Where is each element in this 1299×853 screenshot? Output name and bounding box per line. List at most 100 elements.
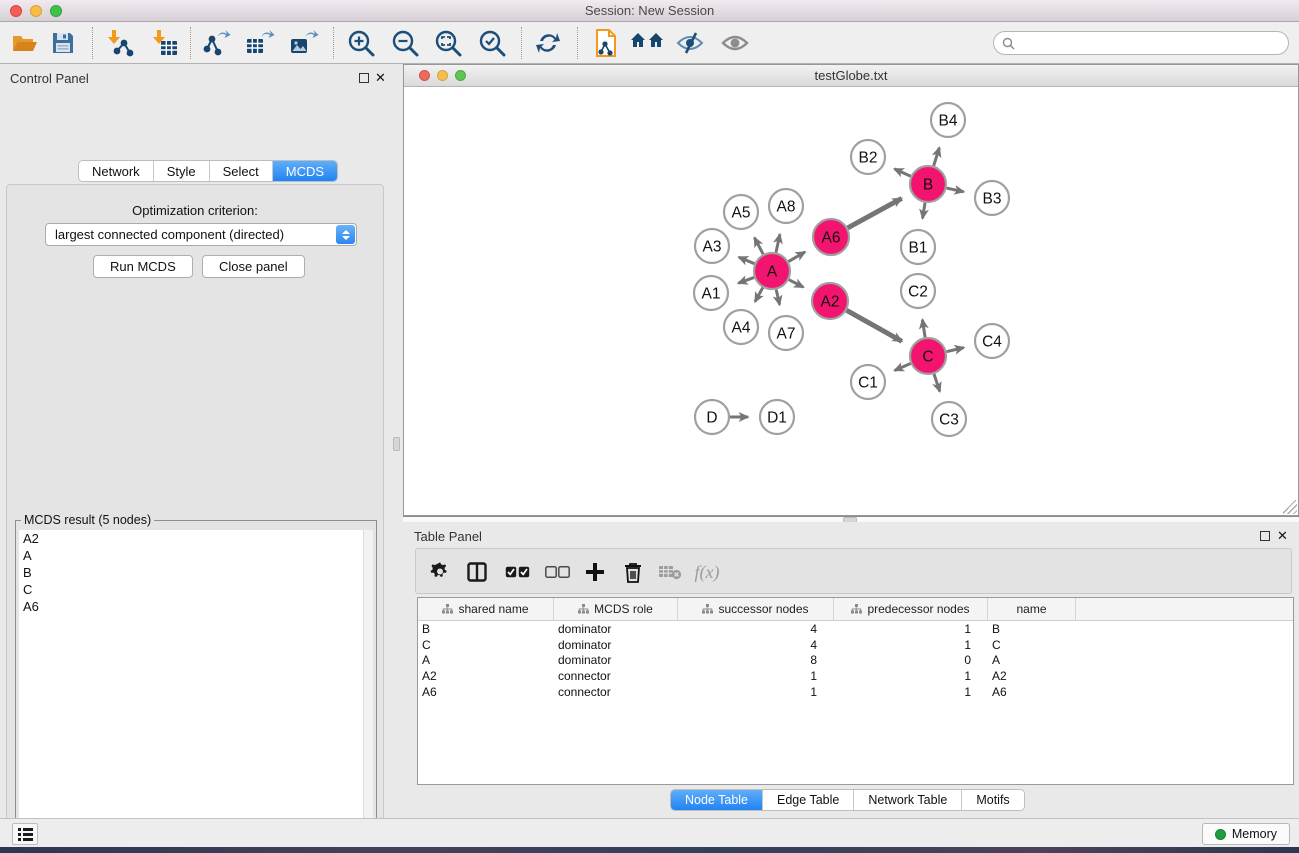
table-cell[interactable]: 1 — [834, 622, 988, 636]
delete-column-icon[interactable] — [617, 556, 649, 588]
edge-A2-C[interactable] — [847, 310, 902, 341]
tab-motifs[interactable]: Motifs — [962, 790, 1023, 810]
refresh-icon[interactable] — [531, 27, 565, 59]
zoom-out-icon[interactable] — [388, 27, 422, 59]
graph-node-D[interactable]: D — [695, 400, 729, 434]
import-table-icon[interactable] — [148, 27, 182, 59]
edge-B-B2[interactable] — [894, 169, 910, 176]
edge-A-A7[interactable] — [776, 290, 779, 305]
function-builder-icon[interactable]: f(x) — [691, 556, 723, 588]
vertical-splitter[interactable] — [390, 64, 403, 818]
table-cell[interactable]: dominator — [554, 653, 678, 667]
network-from-file-icon[interactable] — [589, 27, 623, 59]
edge-A-A8[interactable] — [776, 234, 780, 252]
graph-node-C3[interactable]: C3 — [932, 402, 966, 436]
table-cell[interactable]: 1 — [834, 638, 988, 652]
gear-icon[interactable] — [424, 556, 456, 588]
column-header-predecessor-nodes[interactable]: predecessor nodes — [834, 598, 988, 620]
table-cell[interactable]: B — [418, 622, 554, 636]
graph-node-C2[interactable]: C2 — [901, 274, 935, 308]
graph-node-C[interactable]: C — [910, 338, 946, 374]
edge-A-A3[interactable] — [739, 257, 755, 264]
edge-A-A4[interactable] — [755, 288, 763, 302]
result-list-item[interactable]: A — [19, 547, 373, 564]
table-row[interactable]: A2connector11A2 — [418, 668, 1293, 684]
tab-network[interactable]: Network — [79, 161, 154, 181]
deselect-all-icon[interactable] — [541, 556, 573, 588]
graph-node-B3[interactable]: B3 — [975, 181, 1009, 215]
network-canvas[interactable]: B4B2BB3A5A8A6A3B1AA1C2A2A4A7CC4C1C3DD1 — [404, 87, 1298, 515]
table-cell[interactable]: A — [988, 653, 1076, 667]
export-image-icon[interactable] — [287, 27, 321, 59]
edge-A-A1[interactable] — [738, 277, 754, 283]
task-history-button[interactable] — [12, 823, 38, 845]
float-panel-icon[interactable] — [359, 73, 369, 83]
table-cell[interactable]: 1 — [834, 685, 988, 699]
edge-C-C2[interactable] — [922, 320, 925, 338]
edge-A-A2[interactable] — [789, 280, 803, 287]
result-list-item[interactable]: B — [19, 564, 373, 581]
graph-node-B2[interactable]: B2 — [851, 140, 885, 174]
table-cell[interactable]: B — [988, 622, 1076, 636]
table-cell[interactable]: C — [418, 638, 554, 652]
network-graph[interactable]: B4B2BB3A5A8A6A3B1AA1C2A2A4A7CC4C1C3DD1 — [404, 87, 1298, 515]
float-panel-icon[interactable] — [1260, 531, 1270, 541]
graph-node-B[interactable]: B — [910, 166, 946, 202]
graph-node-A[interactable]: A — [754, 253, 790, 289]
graph-node-A3[interactable]: A3 — [695, 229, 729, 263]
select-all-icon[interactable] — [501, 556, 533, 588]
column-header-shared-name[interactable]: shared name — [418, 598, 554, 620]
run-mcds-button[interactable]: Run MCDS — [93, 255, 193, 278]
result-list-item[interactable]: C — [19, 581, 373, 598]
graph-node-A1[interactable]: A1 — [694, 276, 728, 310]
table-cell[interactable]: 4 — [678, 638, 834, 652]
graph-node-D1[interactable]: D1 — [760, 400, 794, 434]
optimization-criterion-select[interactable]: largest connected component (directed) — [45, 223, 357, 246]
columns-icon[interactable] — [461, 556, 493, 588]
edge-C-C4[interactable] — [946, 348, 963, 352]
splitter-handle[interactable] — [393, 437, 400, 451]
table-row[interactable]: Adominator80A — [418, 653, 1293, 669]
graph-node-B1[interactable]: B1 — [901, 230, 935, 264]
result-list-item[interactable]: A6 — [19, 598, 373, 615]
edge-A-A6[interactable] — [788, 252, 805, 262]
result-list-item[interactable]: A2 — [19, 530, 373, 547]
edge-C-C3[interactable] — [934, 374, 940, 391]
table-cell[interactable]: dominator — [554, 638, 678, 652]
edge-C-C1[interactable] — [895, 364, 911, 371]
delete-table-icon[interactable] — [654, 556, 686, 588]
column-header-name[interactable]: name — [988, 598, 1076, 620]
tab-mcds[interactable]: MCDS — [273, 161, 337, 181]
graph-node-A2[interactable]: A2 — [812, 283, 848, 319]
table-cell[interactable]: A — [418, 653, 554, 667]
search-input[interactable] — [1015, 36, 1288, 50]
table-cell[interactable]: connector — [554, 669, 678, 683]
table-cell[interactable]: 4 — [678, 622, 834, 636]
table-row[interactable]: Cdominator41C — [418, 637, 1293, 653]
graph-node-A5[interactable]: A5 — [724, 195, 758, 229]
graph-node-A4[interactable]: A4 — [724, 310, 758, 344]
result-scrollbar[interactable] — [363, 530, 373, 853]
graph-node-C1[interactable]: C1 — [851, 365, 885, 399]
table-cell[interactable]: C — [988, 638, 1076, 652]
search-field[interactable] — [993, 31, 1289, 55]
graph-node-B4[interactable]: B4 — [931, 103, 965, 137]
hide-graphics-details-icon[interactable] — [673, 27, 707, 59]
edge-B-B3[interactable] — [947, 188, 964, 192]
close-panel-icon[interactable]: ✕ — [375, 70, 386, 86]
save-session-icon[interactable] — [46, 27, 80, 59]
home-icon[interactable] — [630, 27, 664, 59]
edge-B-B4[interactable] — [934, 148, 940, 166]
zoom-selected-icon[interactable] — [475, 27, 509, 59]
table-cell[interactable]: 1 — [678, 685, 834, 699]
node-table[interactable]: shared nameMCDS rolesuccessor nodesprede… — [417, 597, 1294, 785]
open-session-icon[interactable] — [8, 27, 42, 59]
zoom-fit-icon[interactable] — [431, 27, 465, 59]
table-cell[interactable]: A2 — [988, 669, 1076, 683]
table-cell[interactable]: 8 — [678, 653, 834, 667]
edge-A-A5[interactable] — [754, 238, 763, 255]
tab-node-table[interactable]: Node Table — [671, 790, 763, 810]
edge-A6-B[interactable] — [848, 198, 902, 228]
graph-node-A7[interactable]: A7 — [769, 316, 803, 350]
zoom-in-icon[interactable] — [344, 27, 378, 59]
